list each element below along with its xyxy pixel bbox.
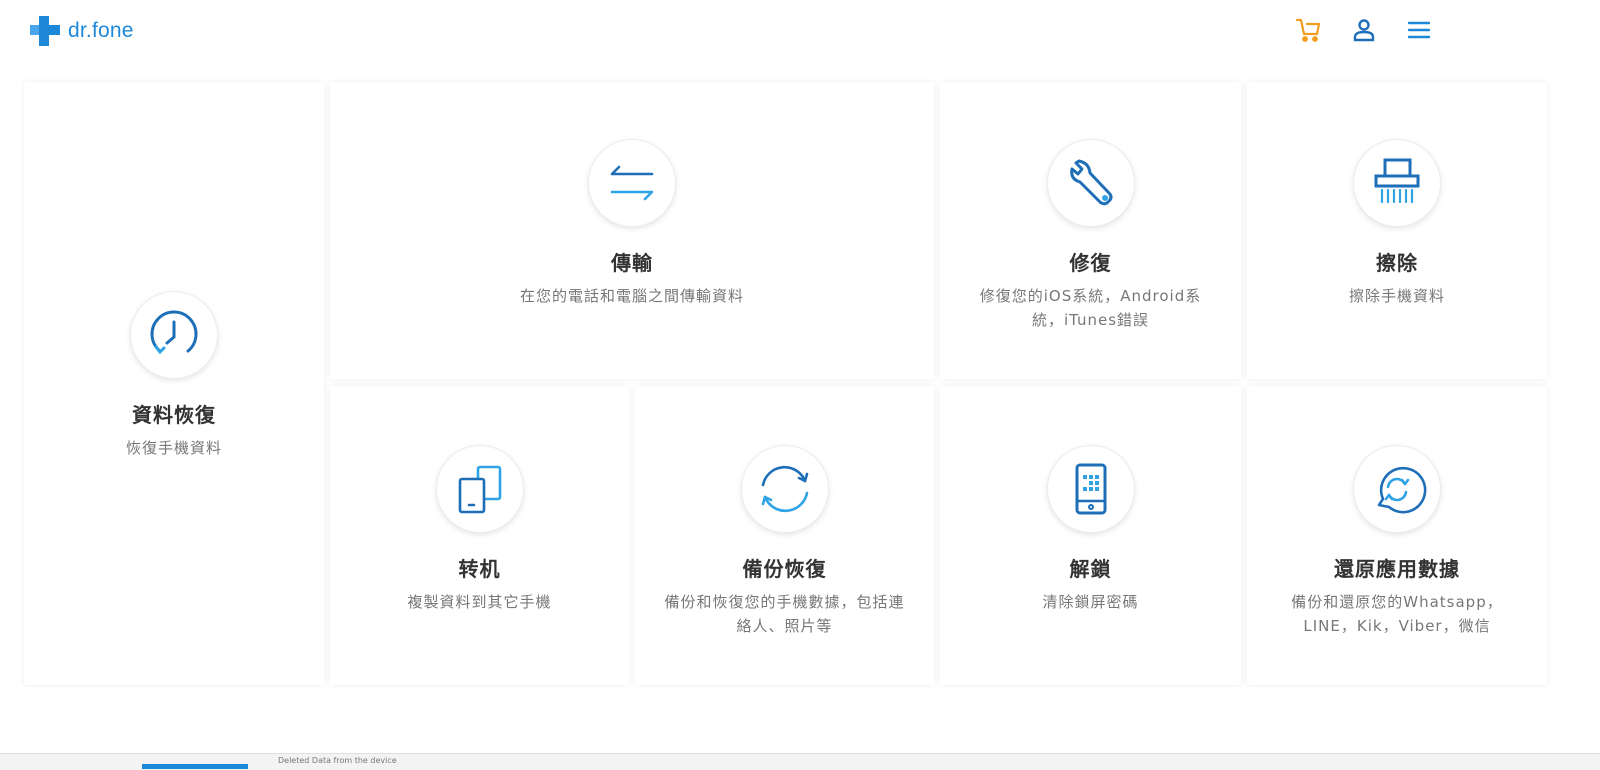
bottom-partial-text: Deleted Data from the device [278,756,397,765]
card-transfer[interactable]: 傳輸 在您的電話和電腦之間傳輸資料 [330,82,934,379]
phone-switch-icon [435,445,524,533]
card-title: 解鎖 [1069,557,1112,581]
card-desc: 備份和還原您的Whatsapp，LINE，Kik，Viber，微信 [1291,593,1503,635]
card-title: 修復 [1069,251,1112,275]
card-desc: 複製資料到其它手機 [407,593,552,611]
card-title: 擦除 [1376,251,1418,275]
card-switch[interactable]: 转机 複製資料到其它手機 [330,386,629,685]
phone-unlock-icon [1046,445,1135,533]
card-title: 還原應用數據 [1334,557,1460,581]
card-title: 转机 [458,557,501,581]
card-title: 資料恢復 [132,403,216,427]
card-unlock[interactable]: 解鎖 清除鎖屏密碼 [940,386,1241,685]
card-erase[interactable]: 擦除 擦除手機資料 [1247,82,1547,379]
card-desc: 擦除手機資料 [1348,287,1445,305]
transfer-arrows-icon [588,139,676,227]
clock-icon [130,291,218,379]
card-desc: 清除鎖屏密碼 [1042,593,1139,611]
chat-restore-icon [1353,445,1441,533]
card-title: 備份恢復 [742,557,827,581]
card-restore-app[interactable]: 還原應用數據 備份和還原您的Whatsapp，LINE，Kik，Viber，微信 [1247,386,1547,685]
feature-grid: 資料恢復 恢復手機資料 傳輸 在您的電話和電腦之間傳輸資料 修復 修復您的iOS… [0,0,1600,769]
wrench-icon [1046,139,1135,227]
card-desc: 在您的電話和電腦之間傳輸資料 [519,287,744,305]
card-backup-restore[interactable]: 備份恢復 備份和恢復您的手機數據，包括連絡人、照片等 [635,386,934,685]
card-desc: 備份和恢復您的手機數據，包括連絡人、照片等 [664,593,905,635]
card-repair[interactable]: 修復 修復您的iOS系統，Android系統，iTunes錯誤 [940,82,1241,379]
shredder-icon [1353,139,1441,227]
bottom-progress-bar [142,764,248,769]
card-title: 傳輸 [611,251,653,275]
card-desc: 恢復手機資料 [125,439,222,457]
card-desc: 修復您的iOS系統，Android系統，iTunes錯誤 [979,287,1202,329]
sync-icon [740,445,829,533]
card-data-recovery[interactable]: 資料恢復 恢復手機資料 [24,82,324,685]
